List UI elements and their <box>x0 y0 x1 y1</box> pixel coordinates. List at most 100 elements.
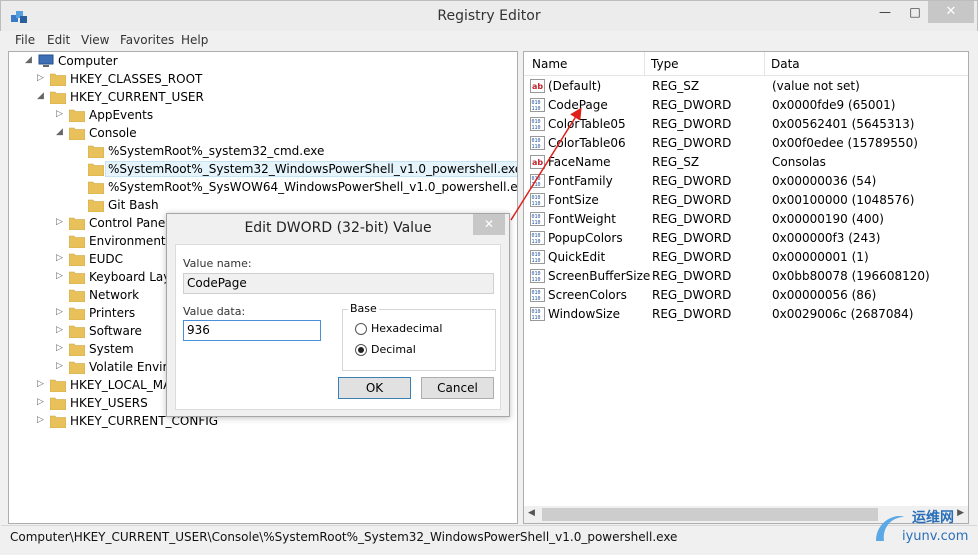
string-value-icon: ab <box>530 155 545 169</box>
hexadecimal-label[interactable]: Hexadecimal <box>371 322 442 335</box>
menu-view[interactable]: View <box>81 33 109 47</box>
value-row[interactable]: 010 110 ScreenBufferSize REG_DWORD 0x0bb8007… <box>524 267 968 286</box>
close-button[interactable]: ✕ <box>928 1 974 23</box>
hexadecimal-radio[interactable] <box>355 323 367 335</box>
scroll-left-icon[interactable]: ◀ <box>528 508 535 518</box>
expanded-arrow-icon[interactable]: ◢ <box>25 55 35 65</box>
tree-node-label[interactable]: EUDC <box>89 252 123 266</box>
tree-node-label[interactable]: %SystemRoot%_SysWOW64_WindowsPowerShell_… <box>108 180 517 194</box>
svg-text:110: 110 <box>532 220 541 226</box>
collapsed-arrow-icon[interactable]: ▷ <box>56 307 66 317</box>
tree-node-label[interactable]: HKEY_USERS <box>70 396 148 410</box>
window-title: Registry Editor <box>437 8 541 24</box>
tree-node-label[interactable]: AppEvents <box>89 108 153 122</box>
svg-text:110: 110 <box>532 144 541 150</box>
tree-node-label[interactable]: System <box>89 342 134 356</box>
value-row[interactable]: 010 110 CodePage REG_DWORD 0x0000fde9 (65001… <box>524 96 968 115</box>
folder-icon <box>69 343 85 356</box>
collapsed-arrow-icon[interactable]: ▷ <box>37 415 47 425</box>
watermark-text: 运维网 <box>912 510 954 526</box>
collapsed-arrow-icon[interactable]: ▷ <box>56 325 66 335</box>
tree-node-label[interactable]: Network <box>89 288 139 302</box>
values-list[interactable]: Name Type Data ab (Default) REG_SZ (value n… <box>523 51 969 524</box>
tree-node-label[interactable]: Software <box>89 324 142 338</box>
tree-node-label[interactable]: HKEY_CLASSES_ROOT <box>70 72 202 86</box>
collapsed-arrow-icon[interactable]: ▷ <box>56 217 66 227</box>
folder-icon <box>69 127 85 140</box>
column-separator[interactable] <box>764 52 765 76</box>
menu-bar: File Edit View Favorites Help <box>1 31 977 51</box>
folder-icon <box>50 397 66 410</box>
value-row[interactable]: 010 110 FontWeight REG_DWORD 0x00000190 (400… <box>524 210 968 229</box>
value-data: 0x00000036 (54) <box>772 174 877 188</box>
value-name: WindowSize <box>548 307 620 321</box>
value-row[interactable]: 010 110 ScreenColors REG_DWORD 0x00000056 (8… <box>524 286 968 305</box>
value-row[interactable]: 010 110 PopupColors REG_DWORD 0x000000f3 (24… <box>524 229 968 248</box>
folder-icon <box>69 271 85 284</box>
tree-node-label[interactable]: Printers <box>89 306 135 320</box>
collapsed-arrow-icon[interactable]: ▷ <box>56 271 66 281</box>
svg-text:110: 110 <box>532 277 541 283</box>
tree-node-label[interactable]: Environment <box>89 234 166 248</box>
value-data: 0x000000f3 (243) <box>772 231 881 245</box>
collapsed-arrow-icon[interactable]: ▷ <box>37 397 47 407</box>
collapsed-arrow-icon[interactable]: ▷ <box>56 361 66 371</box>
value-row[interactable]: 010 110 ColorTable06 REG_DWORD 0x00f0edee (1… <box>524 134 968 153</box>
column-header-type[interactable]: Type <box>651 57 679 71</box>
binary-value-icon: 010110 <box>530 212 545 226</box>
menu-edit[interactable]: Edit <box>47 33 70 47</box>
decimal-radio[interactable] <box>355 344 367 356</box>
menu-help[interactable]: Help <box>181 33 208 47</box>
tree-node-label[interactable]: Console <box>89 126 137 140</box>
value-data: 0x0029006c (2687084) <box>772 307 914 321</box>
collapsed-arrow-icon[interactable]: ▷ <box>56 253 66 263</box>
value-type: REG_DWORD <box>652 212 732 226</box>
folder-icon <box>88 163 104 176</box>
maximize-button[interactable]: □ <box>902 1 928 23</box>
column-header-data[interactable]: Data <box>771 57 800 71</box>
value-row[interactable]: 010 110 FontSize REG_DWORD 0x00100000 (10485… <box>524 191 968 210</box>
tree-node-label[interactable]: %SystemRoot%_System32_WindowsPowerShell_… <box>104 161 517 177</box>
tree-node-label[interactable]: HKEY_CURRENT_USER <box>70 90 204 104</box>
menu-file[interactable]: File <box>15 33 35 47</box>
value-data-input[interactable]: 936 <box>183 320 321 341</box>
minimize-button[interactable]: — <box>868 1 902 23</box>
collapsed-arrow-icon[interactable]: ▷ <box>56 109 66 119</box>
expanded-arrow-icon[interactable]: ◢ <box>37 91 47 101</box>
tree-node-label[interactable]: Git Bash <box>108 198 159 212</box>
tree-node-label[interactable]: Control Panel <box>89 216 169 230</box>
svg-text:110: 110 <box>532 182 541 188</box>
collapsed-arrow-icon[interactable]: ▷ <box>56 343 66 353</box>
value-name: FontSize <box>548 193 599 207</box>
column-header-name[interactable]: Name <box>532 57 567 71</box>
scrollbar-thumb[interactable] <box>542 508 878 521</box>
tree-node-label[interactable]: %SystemRoot%_system32_cmd.exe <box>108 144 324 158</box>
column-separator[interactable] <box>644 52 645 76</box>
expanded-arrow-icon[interactable]: ◢ <box>56 127 66 137</box>
binary-value-icon: 010110 <box>530 117 545 131</box>
value-row[interactable]: 010 110 ColorTable05 REG_DWORD 0x00562401 (5… <box>524 115 968 134</box>
value-row[interactable]: ab FaceName REG_SZ Consolas <box>524 153 968 172</box>
value-data: 0x00000190 (400) <box>772 212 884 226</box>
value-name: FontWeight <box>548 212 616 226</box>
dialog-close-button[interactable]: ✕ <box>473 214 505 235</box>
binary-value-icon: 010110 <box>530 174 545 188</box>
folder-icon <box>69 253 85 266</box>
string-value-icon: ab <box>530 79 545 93</box>
watermark: 运维网 iyunv.com <box>872 505 976 553</box>
value-row[interactable]: 010 110 QuickEdit REG_DWORD 0x00000001 (1) <box>524 248 968 267</box>
folder-icon <box>88 181 104 194</box>
decimal-label[interactable]: Decimal <box>371 343 416 356</box>
menu-favorites[interactable]: Favorites <box>120 33 174 47</box>
value-row[interactable]: ab (Default) REG_SZ (value not set) <box>524 77 968 96</box>
tree-node-label[interactable]: Computer <box>58 54 118 68</box>
ok-button[interactable]: OK <box>338 377 411 399</box>
computer-icon <box>38 54 54 67</box>
cancel-button[interactable]: Cancel <box>421 377 494 399</box>
value-row[interactable]: 010 110 FontFamily REG_DWORD 0x00000036 (54) <box>524 172 968 191</box>
binary-value-icon: 010110 <box>530 193 545 207</box>
value-row[interactable]: 010 110 WindowSize REG_DWORD 0x0029006c (268… <box>524 305 968 324</box>
collapsed-arrow-icon[interactable]: ▷ <box>37 379 47 389</box>
folder-icon <box>69 289 85 302</box>
collapsed-arrow-icon[interactable]: ▷ <box>37 73 47 83</box>
